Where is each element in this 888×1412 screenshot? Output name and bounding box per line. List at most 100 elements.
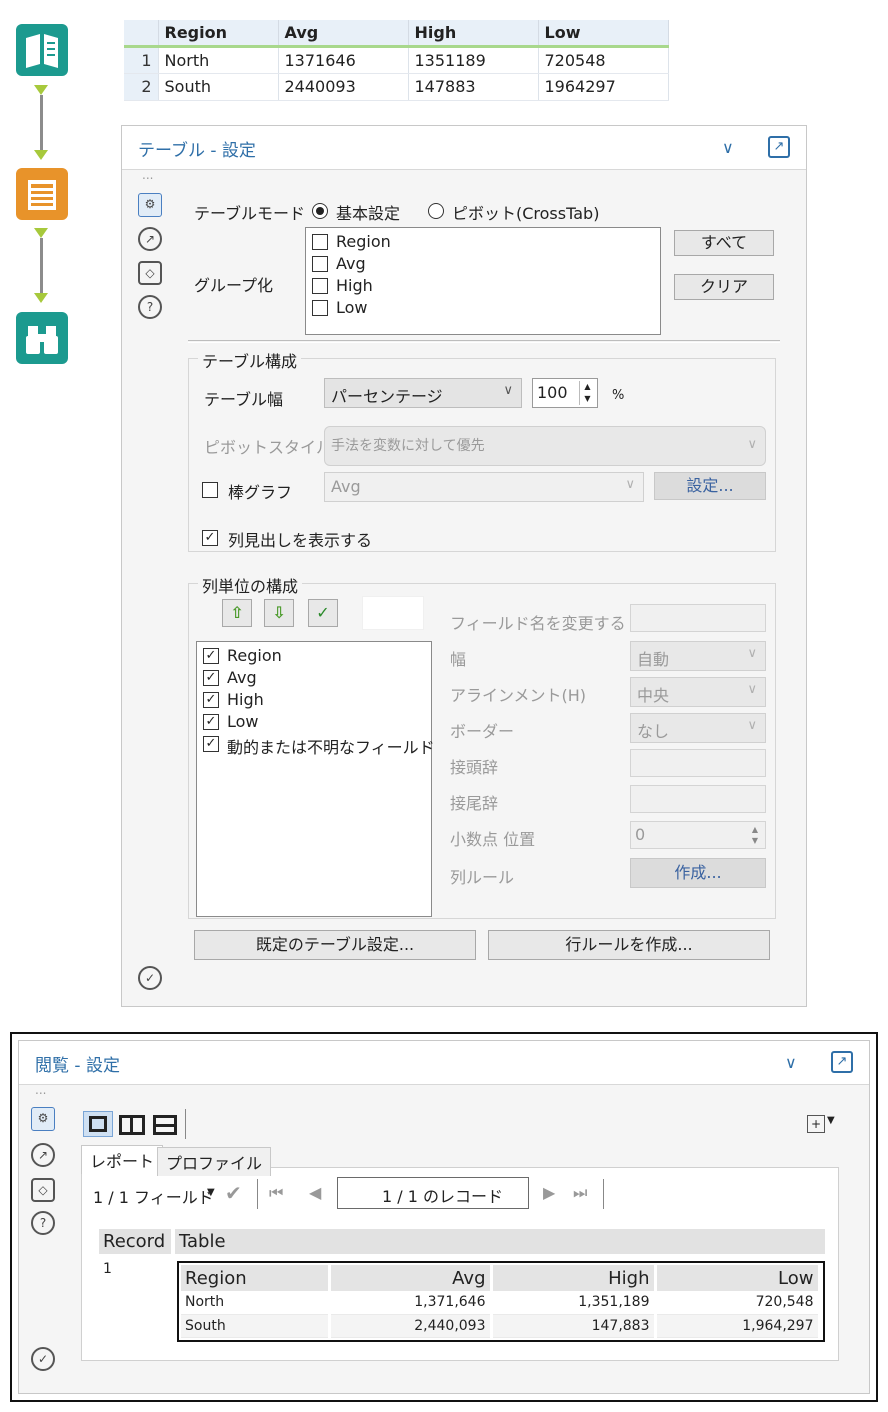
gear-icon[interactable]: ⚙ xyxy=(138,193,162,217)
first-record-icon[interactable]: ⏮ xyxy=(269,1183,283,1203)
show-headers-label[interactable]: 列見出しを表示する xyxy=(228,527,372,551)
split-vertical-icon[interactable] xyxy=(153,1115,177,1135)
column-checkbox[interactable]: ✓ xyxy=(203,714,219,730)
gear-icon[interactable]: ⚙ xyxy=(31,1107,55,1131)
chevron-down-icon[interactable]: ▼ xyxy=(207,1187,215,1198)
width-type-select[interactable]: パーセンテージ ∨ xyxy=(324,378,522,408)
group-checkbox[interactable] xyxy=(312,234,328,250)
chevron-down-icon[interactable]: ▼ xyxy=(827,1115,835,1126)
result-cell: 147,883 xyxy=(491,1314,657,1338)
result-cell: 720,548 xyxy=(655,1291,821,1315)
bar-chart-label[interactable]: 棒グラフ xyxy=(228,479,292,503)
split-horizontal-icon[interactable] xyxy=(119,1115,145,1135)
column-checkbox[interactable]: ✓ xyxy=(203,692,219,708)
check-circle-icon[interactable]: ✓ xyxy=(31,1347,55,1371)
tab-profile[interactable]: プロファイル xyxy=(157,1147,272,1176)
more-dots-icon[interactable]: ... xyxy=(35,1083,46,1097)
grid-cell[interactable]: 147883 xyxy=(408,73,539,101)
prev-record-icon[interactable]: ◀ xyxy=(309,1183,321,1202)
grid-cell[interactable]: 1964297 xyxy=(538,73,669,101)
grid-cell[interactable]: 2440093 xyxy=(278,73,409,101)
group-by-label: グループ化 xyxy=(194,276,274,295)
column-checkbox[interactable]: ✓ xyxy=(203,736,219,752)
connection-arrow-icon[interactable]: ↗ xyxy=(138,227,162,251)
connection-arrow-icon[interactable]: ↗ xyxy=(31,1143,55,1167)
border-select[interactable]: なし ∨ xyxy=(630,713,766,743)
help-icon[interactable]: ? xyxy=(31,1211,55,1235)
browse-binoculars-icon[interactable] xyxy=(16,312,68,364)
mode-basic-radio[interactable] xyxy=(312,203,328,219)
rename-field-input[interactable] xyxy=(630,604,766,632)
grid-cell[interactable]: 1371646 xyxy=(278,46,409,74)
clear-button[interactable]: クリア xyxy=(674,274,774,300)
table-tool-icon[interactable] xyxy=(16,168,68,220)
group-fields-list[interactable]: Region Avg High Low xyxy=(305,227,661,335)
decimal-stepper[interactable]: 0 ▲ ▼ xyxy=(630,821,766,849)
border-label: ボーダー xyxy=(450,722,515,741)
alignment-label: アラインメント(H) xyxy=(450,686,587,705)
width-col-select[interactable]: 自動 ∨ xyxy=(630,641,766,671)
tag-icon[interactable]: ◇ xyxy=(31,1178,55,1202)
popout-icon[interactable]: ↗ xyxy=(768,136,790,158)
record-nav-input[interactable]: 1 / 1 のレコード xyxy=(337,1177,529,1209)
grid-header[interactable]: High xyxy=(408,20,539,48)
grid-header[interactable]: Region xyxy=(158,20,279,48)
group-checkbox[interactable] xyxy=(312,278,328,294)
chevron-down-icon[interactable]: ∨ xyxy=(722,138,734,157)
table-column-header: Table xyxy=(175,1229,825,1254)
bar-chart-checkbox[interactable] xyxy=(202,482,218,498)
mode-basic-label[interactable]: 基本設定 xyxy=(336,200,400,224)
decimal-label: 小数点 位置 xyxy=(450,830,536,849)
check-circle-icon[interactable]: ✓ xyxy=(138,966,162,990)
show-headers-checkbox[interactable]: ✓ xyxy=(202,530,218,546)
add-view-icon[interactable]: + xyxy=(807,1115,825,1133)
select-all-button[interactable]: すべて xyxy=(674,230,774,256)
move-down-icon[interactable]: ⇩ xyxy=(264,599,294,627)
checkmark-icon[interactable]: ✔ xyxy=(225,1181,242,1205)
tag-icon[interactable]: ◇ xyxy=(138,261,162,285)
search-box[interactable] xyxy=(362,596,424,630)
more-dots-icon[interactable]: ... xyxy=(142,168,153,182)
width-unit-label: % xyxy=(612,388,625,403)
group-checkbox[interactable] xyxy=(312,256,328,272)
book-input-icon[interactable] xyxy=(16,24,68,76)
mode-pivot-label[interactable]: ピボット(CrossTab) xyxy=(452,200,599,224)
stepper-arrows-icon[interactable]: ▲ ▼ xyxy=(579,381,595,405)
bar-field-select[interactable]: Avg ∨ xyxy=(324,472,644,502)
grid-cell[interactable]: South xyxy=(158,73,279,101)
table-width-label: テーブル幅 xyxy=(204,390,284,409)
prefix-input[interactable] xyxy=(630,749,766,777)
column-fields-list[interactable]: ✓ Region ✓ Avg ✓ High ✓ Low ✓ 動的または不明なフィールド xyxy=(196,641,435,917)
column-checkbox[interactable]: ✓ xyxy=(203,670,219,686)
grid-cell[interactable]: North xyxy=(158,46,279,74)
grid-cell[interactable]: 1351189 xyxy=(408,46,539,74)
next-record-icon[interactable]: ▶ xyxy=(543,1183,555,1202)
bar-settings-button[interactable]: 設定... xyxy=(654,472,766,500)
field-count-selector[interactable]: 1 / 1 フィールド xyxy=(93,1184,214,1208)
stepper-arrows-icon[interactable]: ▲ ▼ xyxy=(747,824,763,846)
group-checkbox[interactable] xyxy=(312,300,328,316)
width-value-stepper[interactable]: 100 ▲ ▼ xyxy=(532,378,598,408)
grid-header[interactable]: Low xyxy=(538,20,669,48)
column-rule-button[interactable]: 作成... xyxy=(630,858,766,888)
help-icon[interactable]: ? xyxy=(138,295,162,319)
checkmark-icon[interactable]: ✓ xyxy=(308,599,338,627)
result-cell: South xyxy=(181,1314,331,1338)
alignment-select[interactable]: 中央 ∨ xyxy=(630,677,766,707)
popout-icon[interactable]: ↗ xyxy=(831,1051,853,1073)
row-rule-button[interactable]: 行ルールを作成... xyxy=(488,930,770,960)
mode-pivot-radio[interactable] xyxy=(428,203,444,219)
grid-cell[interactable]: 720548 xyxy=(538,46,669,74)
last-record-icon[interactable]: ⏭ xyxy=(573,1183,587,1203)
single-layout-icon[interactable] xyxy=(83,1111,113,1137)
default-table-settings-button[interactable]: 既定のテーブル設定... xyxy=(194,930,476,960)
column-checkbox[interactable]: ✓ xyxy=(203,648,219,664)
column-config-title: 列単位の構成 xyxy=(198,573,303,597)
table-row: North 1,371,646 1,351,189 720,548 xyxy=(181,1291,821,1315)
suffix-input[interactable] xyxy=(630,785,766,813)
tab-report[interactable]: レポート xyxy=(81,1145,164,1174)
move-up-icon[interactable]: ⇧ xyxy=(222,599,252,627)
pivot-style-select[interactable]: 手法を変数に対して優先 ∨ xyxy=(324,426,766,466)
grid-header[interactable]: Avg xyxy=(278,20,409,48)
chevron-down-icon[interactable]: ∨ xyxy=(785,1053,797,1072)
